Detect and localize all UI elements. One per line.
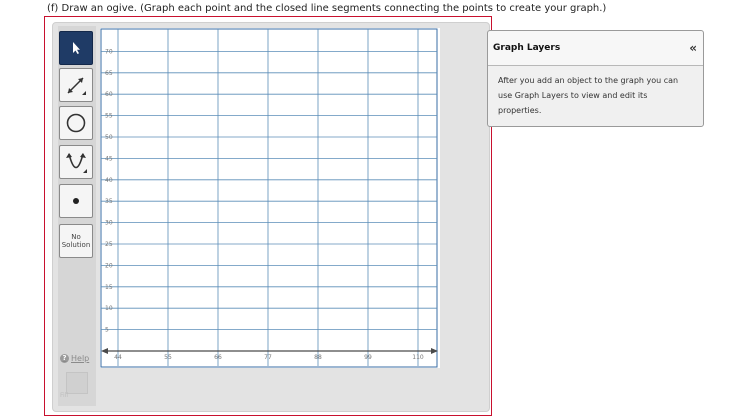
y-tick-label: 15 [105,284,113,291]
help-label: Help [71,354,90,363]
y-tick-label: 5 [105,327,109,334]
x-tick-label: 110 [412,354,424,361]
graph-layers-panel: Graph Layers « After you add an object t… [487,30,704,127]
y-tick-label: 30 [105,220,113,227]
y-tick-label: 35 [105,198,113,205]
y-tick-label: 55 [105,113,113,120]
parabola-tool-button[interactable] [59,145,93,179]
y-tick-label: 25 [105,241,113,248]
graph-canvas[interactable]: 5 10 15 20 25 30 35 40 45 50 55 60 65 70 44 55 66 77 88 99 1… [100,28,440,368]
circle-tool-button[interactable] [59,106,93,140]
x-tick-label: 44 [114,354,122,361]
x-tick-label: 55 [164,354,172,361]
point-tool-button[interactable] [59,184,93,218]
line-segment-tool-button[interactable] [59,68,93,102]
no-solution-label-line1: No [71,233,81,241]
coordinate-grid[interactable]: 5 10 15 20 25 30 35 40 45 50 55 60 65 70 44 55 66 77 88 99 1… [100,28,440,368]
no-solution-label-line2: Solution [61,241,91,249]
disabled-tool-label: Fill [60,392,69,399]
collapse-icon[interactable]: « [689,41,697,55]
graph-layers-description: After you add an object to the graph you… [498,76,679,115]
point-icon [73,198,79,204]
graph-layers-header[interactable]: Graph Layers « [488,31,703,66]
parabola-icon [66,153,87,173]
arrow-pointer-icon [73,42,80,54]
x-tick-label: 99 [364,354,372,361]
y-tick-label: 60 [105,91,113,98]
question-text: (f) Draw an ogive. (Graph each point and… [47,3,607,14]
line-segment-icon [67,77,86,95]
y-tick-label: 70 [105,48,113,55]
y-tick-label: 20 [105,262,113,269]
y-tick-label: 65 [105,70,113,77]
y-tick-label: 40 [105,177,113,184]
help-icon: ? [60,354,69,363]
circle-icon [66,113,86,133]
y-tick-label: 50 [105,134,113,141]
x-tick-label: 66 [214,354,222,361]
no-solution-button[interactable]: No Solution [59,224,93,258]
graph-layers-title: Graph Layers [493,43,561,53]
pointer-tool-button[interactable] [59,31,93,65]
disabled-tool-button [66,372,88,394]
x-tick-label: 77 [264,354,272,361]
y-tick-label: 45 [105,155,113,162]
help-link[interactable]: ? Help [60,354,89,363]
grid-border [100,28,438,368]
y-tick-label: 10 [105,305,113,312]
x-tick-label: 88 [314,354,322,361]
